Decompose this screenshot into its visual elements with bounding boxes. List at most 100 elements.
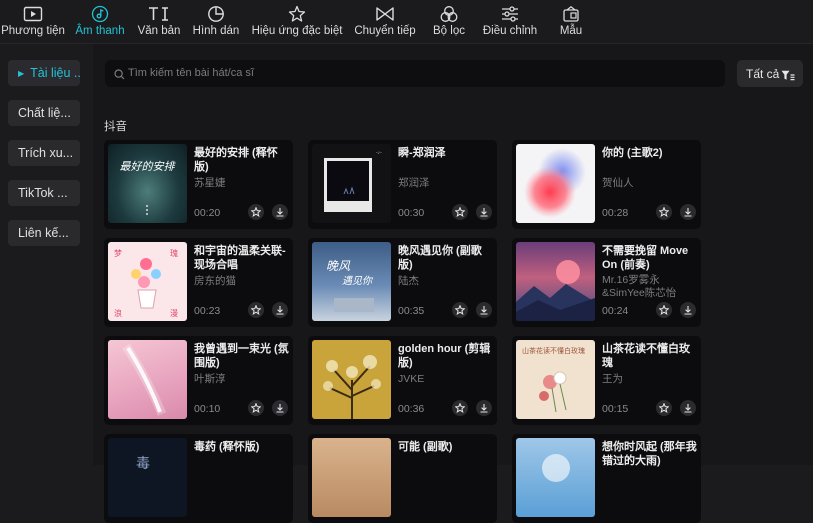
sidebar-item-link[interactable]: Liên kế... (8, 220, 80, 246)
download-button[interactable] (476, 400, 492, 416)
song-duration: 00:28 (602, 207, 629, 219)
sidebar-item-material[interactable]: Chất liệ... (8, 100, 80, 126)
tab-filter[interactable]: Bộ lọc (428, 0, 470, 43)
song-duration: 00:10 (194, 403, 221, 415)
song-card[interactable]: 梦 瑰浪 漫 和宇宙的温柔关联-现场合唱 房东的猫 00:23 (104, 238, 293, 327)
song-card[interactable]: 我曾遇到一束光 (氛围版) 叶斯淳 00:10 (104, 336, 293, 425)
song-cover: 毒 (108, 438, 187, 517)
star-icon (659, 305, 669, 315)
sidebar-item-tiktok[interactable]: TikTok ... (8, 180, 80, 206)
song-artist: 房东的猫 (194, 275, 236, 287)
star-icon (659, 207, 669, 217)
sidebar-item-label: TikTok ... (18, 186, 68, 200)
song-card[interactable]: golden hour (剪辑版) JVKE 00:36 (308, 336, 497, 425)
search-input[interactable]: Tìm kiếm tên bài hát/ca sĩ (105, 60, 725, 87)
tab-audio[interactable]: Âm thanh (72, 0, 128, 43)
song-title: 山茶花读不懂白玫瑰 (602, 343, 690, 369)
song-card[interactable]: 毒 毒药 (释怀版) (104, 434, 293, 523)
svg-text:遇见你: 遇见你 (342, 275, 374, 287)
song-cover (108, 340, 187, 419)
song-artist: 苏星婕 (194, 177, 226, 189)
template-icon (562, 5, 580, 23)
song-cover: 梦 瑰浪 漫 (108, 242, 187, 321)
song-artist: JVKE (398, 373, 425, 385)
song-title: 和宇宙的温柔关联-现场合唱 (194, 245, 286, 271)
favorite-button[interactable] (452, 302, 468, 318)
sidebar-item-label: Liên kế... (18, 226, 69, 240)
favorite-button[interactable] (248, 204, 264, 220)
favorite-button[interactable] (248, 400, 264, 416)
song-title: golden hour (剪辑版) (398, 343, 491, 369)
svg-text:瑰: 瑰 (170, 248, 178, 258)
tab-adjust[interactable]: Điều chỉnh (480, 0, 540, 43)
tab-text[interactable]: Văn bản (134, 0, 184, 43)
download-button[interactable] (680, 204, 696, 220)
song-artist: 贺仙人 (602, 177, 634, 189)
download-button[interactable] (272, 400, 288, 416)
tab-media[interactable]: Phương tiện (0, 0, 66, 43)
download-button[interactable] (680, 400, 696, 416)
song-artist: 郑润泽 (398, 177, 430, 189)
filter-dropdown[interactable]: Tất cả (737, 60, 803, 87)
search-icon (114, 67, 125, 85)
sidebar: ▶ Tài liệu ... Chất liệ... Trích xu... Ti… (0, 44, 93, 465)
audio-icon (91, 5, 109, 23)
song-title: 瞬-郑润泽 (398, 147, 446, 159)
download-icon (276, 208, 284, 217)
download-button[interactable] (272, 204, 288, 220)
song-cover: 晚风 遇见你 (312, 242, 391, 321)
favorite-button[interactable] (452, 400, 468, 416)
song-card[interactable]: 你的 (主歌2) 贺仙人 00:28 (512, 140, 701, 229)
song-artist: 王为 (602, 373, 623, 385)
song-artist: 陆杰 (398, 275, 419, 287)
tab-filter-label: Bộ lọc (433, 25, 465, 37)
song-cover (516, 438, 595, 517)
star-icon (455, 305, 465, 315)
tab-media-label: Phương tiện (1, 25, 65, 37)
song-card[interactable]: 不需要挽留 Move On (前奏) Mr.16罗雾永&SimYee陈芯怡 00… (512, 238, 701, 327)
song-cover (516, 144, 595, 223)
song-card[interactable]: 可能 (副歌) (308, 434, 497, 523)
download-button[interactable] (476, 302, 492, 318)
sidebar-item-label: Trích xu... (18, 146, 74, 160)
download-button[interactable] (476, 204, 492, 220)
song-artist: Mr.16罗雾永&SimYee陈芯怡 (602, 274, 677, 299)
tab-transition-label: Chuyển tiếp (354, 25, 416, 37)
sidebar-item-label: Tài liệu ... (30, 66, 80, 80)
song-title: 想你时风起 (那年我错过的大雨) (602, 441, 697, 467)
song-duration: 00:36 (398, 403, 425, 415)
download-icon (684, 208, 692, 217)
favorite-button[interactable] (656, 400, 672, 416)
tab-text-label: Văn bản (137, 25, 181, 37)
download-button[interactable] (272, 302, 288, 318)
song-card[interactable]: 想你时风起 (那年我错过的大雨) (512, 434, 701, 523)
funnel-icon (781, 68, 795, 86)
song-cover: 最好的安排 (108, 144, 187, 223)
tab-template[interactable]: Mẫu (556, 0, 586, 43)
star-icon (659, 403, 669, 413)
tab-effects-label: Hiệu ứng đặc biệt (251, 25, 343, 37)
song-title: 我曾遇到一束光 (氛围版) (194, 343, 289, 369)
tab-transition[interactable]: Chuyển tiếp (352, 0, 418, 43)
download-button[interactable] (680, 302, 696, 318)
favorite-button[interactable] (452, 204, 468, 220)
sidebar-item-extract[interactable]: Trích xu... (8, 140, 80, 166)
sidebar-item-library[interactable]: ▶ Tài liệu ... (8, 60, 80, 86)
tab-effects[interactable]: Hiệu ứng đặc biệt (248, 0, 346, 43)
download-icon (480, 306, 488, 315)
tab-adjust-label: Điều chỉnh (482, 25, 538, 37)
song-title: 毒药 (释怀版) (194, 441, 260, 453)
song-card[interactable]: 晚风 遇见你 晚风遇见你 (副歌版) 陆杰 00:35 (308, 238, 497, 327)
song-card[interactable]: -♪- 瞬-郑润泽 郑润泽 00:30 (308, 140, 497, 229)
download-icon (480, 404, 488, 413)
favorite-button[interactable] (248, 302, 264, 318)
svg-text:浪: 浪 (114, 308, 122, 318)
song-card[interactable]: 山茶花读不懂白玫瑰 山茶花读不懂白玫瑰 王为 00:15 (512, 336, 701, 425)
tab-template-label: Mẫu (559, 25, 583, 37)
favorite-button[interactable] (656, 302, 672, 318)
song-duration: 00:23 (194, 305, 221, 317)
favorite-button[interactable] (656, 204, 672, 220)
song-card[interactable]: 最好的安排 最好的安排 (释怀版) 苏星婕 00:20 (104, 140, 293, 229)
tab-sticker[interactable]: Hình dán (190, 0, 242, 43)
song-cover (312, 340, 391, 419)
